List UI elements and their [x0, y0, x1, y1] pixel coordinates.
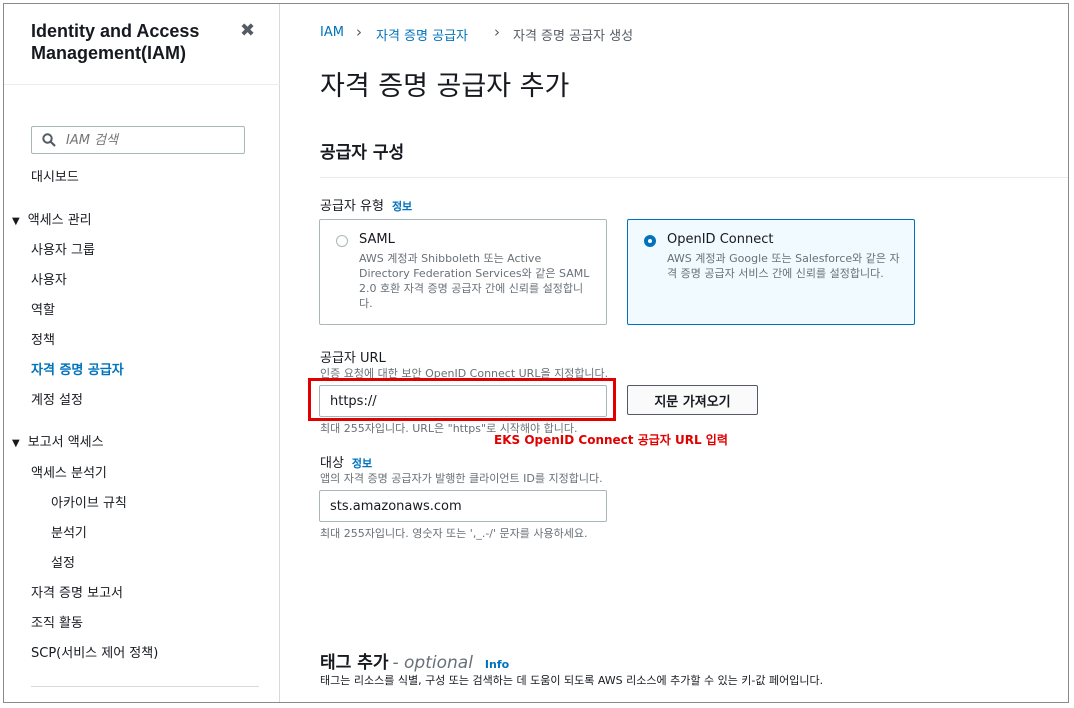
divider	[320, 177, 1068, 178]
sidebar-item-users[interactable]: 사용자	[31, 269, 67, 288]
sidebar-item-analyzers[interactable]: 분석기	[51, 522, 87, 541]
option-title: OpenID Connect	[667, 232, 774, 247]
divider	[4, 84, 280, 85]
option-description: AWS 계정과 Google 또는 Salesforce와 같은 자격 증명 공…	[667, 252, 900, 280]
annotation-text: EKS OpenID Connect 공급자 URL 입력	[494, 433, 728, 447]
label-text: 대상	[320, 456, 344, 471]
sidebar-item-identity-providers[interactable]: 자격 증명 공급자	[31, 359, 124, 378]
sidebar-item-roles[interactable]: 역할	[31, 299, 55, 318]
sidebar-item-archive-rules[interactable]: 아카이브 규칙	[51, 492, 127, 511]
sidebar-item-scp[interactable]: SCP(서비스 제어 정책)	[31, 642, 158, 661]
info-link[interactable]: 정보	[392, 200, 412, 213]
tags-title: 태그 추가 - optional Info	[320, 648, 509, 673]
section-label: 보고서 액세스	[27, 435, 104, 450]
option-description: AWS 계정과 Shibboleth 또는 Active Directory F…	[359, 252, 590, 310]
sidebar-item-dashboard[interactable]: 대시보드	[31, 166, 79, 185]
provider-url-label: 공급자 URL	[320, 351, 386, 366]
sidebar-title: Identity and Access Management(IAM)	[31, 21, 200, 63]
label-text: 공급자 유형	[320, 199, 384, 214]
divider	[31, 686, 259, 687]
tags-description: 태그는 리소스를 식별, 구성 또는 검색하는 데 도움이 되도록 AWS 리소…	[320, 674, 824, 687]
optional-label: - optional	[392, 653, 473, 673]
search-input[interactable]	[66, 132, 216, 148]
provider-type-label: 공급자 유형 정보	[320, 195, 412, 214]
sidebar-section-access-reports[interactable]: ▼ 보고서 액세스	[12, 431, 104, 450]
sidebar-item-settings[interactable]: 설정	[51, 552, 75, 571]
audience-constraint: 최대 255자입니다. 영숫자 또는 ',_.-/' 문자를 사용하세요.	[320, 527, 588, 540]
breadcrumb-identity-providers[interactable]: 자격 증명 공급자	[376, 25, 468, 44]
section-title: 공급자 구성	[320, 143, 405, 163]
sidebar-section-access-management[interactable]: ▼ 액세스 관리	[12, 209, 92, 228]
provider-option-openid-connect[interactable]: OpenID Connect AWS 계정과 Google 또는 Salesfo…	[627, 219, 915, 325]
search-box[interactable]	[31, 126, 245, 154]
close-icon[interactable]: ✖	[240, 20, 255, 41]
chevron-right-icon: ›	[494, 23, 500, 41]
sidebar: Identity and Access Management(IAM) ✖ 대시…	[4, 4, 280, 702]
search-icon	[42, 133, 56, 147]
breadcrumb-current: 자격 증명 공급자 생성	[513, 29, 634, 44]
caret-down-icon: ▼	[12, 438, 20, 449]
get-thumbprint-button[interactable]: 지문 가져오기	[627, 385, 758, 415]
section-label: 액세스 관리	[27, 213, 92, 228]
breadcrumb-iam[interactable]: IAM	[320, 25, 344, 40]
audience-input[interactable]	[319, 490, 607, 522]
audience-hint: 앱의 자격 증명 공급자가 발행한 클라이언트 ID를 지정합니다.	[320, 472, 603, 485]
sidebar-item-organization-activity[interactable]: 조직 활동	[31, 612, 83, 631]
info-link[interactable]: Info	[485, 658, 509, 671]
radio-saml[interactable]	[336, 235, 348, 247]
caret-down-icon: ▼	[12, 216, 20, 227]
window: Identity and Access Management(IAM) ✖ 대시…	[3, 3, 1069, 703]
highlight-box	[308, 378, 616, 421]
option-title: SAML	[359, 232, 395, 247]
sidebar-item-access-analyzer[interactable]: 액세스 분석기	[31, 462, 107, 481]
provider-option-saml[interactable]: SAML AWS 계정과 Shibboleth 또는 Active Direct…	[319, 219, 607, 325]
title-text: 태그 추가	[320, 653, 389, 673]
sidebar-item-user-groups[interactable]: 사용자 그룹	[31, 239, 95, 258]
page-title: 자격 증명 공급자 추가	[320, 71, 570, 102]
audience-label: 대상 정보	[320, 452, 372, 471]
info-link[interactable]: 정보	[352, 457, 372, 470]
chevron-right-icon: ›	[356, 23, 362, 41]
radio-openid-connect[interactable]	[644, 235, 656, 247]
sidebar-item-account-settings[interactable]: 계정 설정	[31, 389, 83, 408]
sidebar-item-credential-report[interactable]: 자격 증명 보고서	[31, 582, 123, 601]
sidebar-item-policies[interactable]: 정책	[31, 329, 55, 348]
